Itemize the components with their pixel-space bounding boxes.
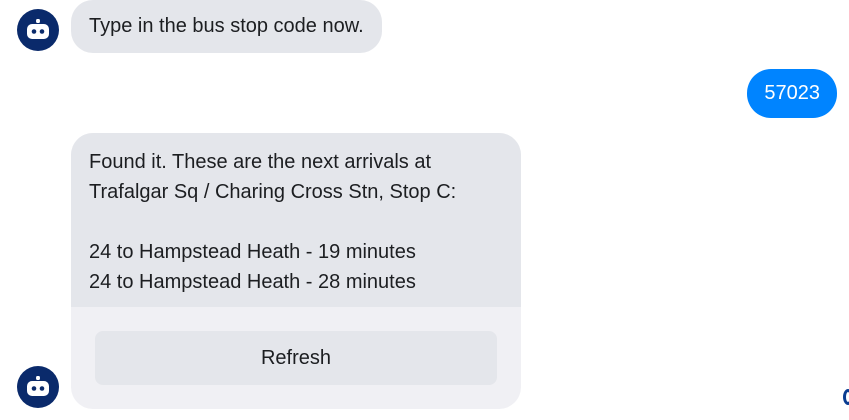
chat-thread: Type in the bus stop code now. 57023 Fou…: [0, 0, 849, 420]
bot-message-prompt: Type in the bus stop code now.: [71, 0, 382, 53]
arrivals-text: Found it. These are the next arrivals at…: [89, 151, 457, 293]
arrivals-message: Found it. These are the next arrivals at…: [71, 133, 521, 307]
message-text: Type in the bus stop code now.: [89, 15, 364, 37]
user-message: 57023: [747, 69, 837, 118]
robot-icon: [25, 376, 51, 398]
message-text: 57023: [764, 82, 820, 104]
refresh-button[interactable]: Refresh: [95, 331, 497, 385]
scroll-indicator-icon[interactable]: [843, 389, 849, 405]
bot-arrivals-card: Found it. These are the next arrivals at…: [71, 133, 521, 409]
bot-avatar: [17, 9, 59, 51]
card-actions: Refresh: [71, 307, 521, 385]
robot-icon: [25, 19, 51, 41]
bot-avatar: [17, 366, 59, 408]
